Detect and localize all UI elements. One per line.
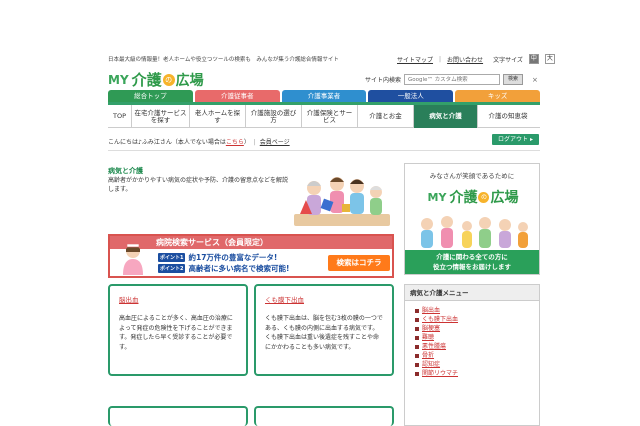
page-title: 病気と介護 — [108, 167, 143, 175]
search-label: サイト内検索 — [365, 77, 402, 84]
banner-point-1: ポイント1 約17万件の豊富なデータ! — [158, 253, 278, 262]
tab-kids[interactable]: キッズ — [455, 90, 540, 102]
menu-item[interactable]: 難聴 — [415, 333, 539, 342]
menu-item[interactable]: 脳梗塞 — [415, 324, 539, 333]
hospital-search-banner[interactable]: 病院検索サービス（会員限定） ポイント1 約17万件の豊富なデータ! ポイント2… — [108, 234, 394, 278]
page-description: 高齢者がかかりやすい病気の症状や予防、介護の留意点などを解説します。 — [108, 177, 289, 193]
promo-logo: MY 介護 の 広場 — [427, 190, 519, 206]
site-tagline: 日本最大級の情報量！老人ホームや役立つツールの検索も みんなが集う介護総合情報サ… — [108, 57, 339, 63]
nav-money[interactable]: 介護とお金 — [358, 105, 414, 128]
search-input[interactable] — [404, 74, 501, 85]
card-body: 高血圧によることが多く、高血圧の治療によって発症の危険性を下げることができます。… — [119, 315, 233, 351]
banner-title: 病院検索サービス（会員限定） — [110, 236, 392, 249]
nav-nursing-home[interactable]: 老人ホームを探す — [190, 105, 246, 128]
disease-card[interactable]: くも膜下出血 くも膜下出血は、脳を包む3枚の膜の一つである、くも膜の内側に出血す… — [254, 284, 394, 376]
member-page-link[interactable]: 会員ページ — [260, 139, 290, 146]
logo-kaigo: 介護 — [131, 71, 162, 89]
top-links: サイトマップ | お問い合わせ 文字サイズ 中 大 — [397, 54, 555, 64]
tab-care-workers[interactable]: 介護従事者 — [194, 90, 280, 102]
main-nav: TOP 在宅介護サービスを探す 老人ホームを探す 介護施設の選び方 介護保険とサ… — [108, 102, 540, 128]
menu-title: 病気と介護メニュー — [405, 285, 539, 301]
card-body: くも膜下出血は、脳を包む3枚の膜の一つである、くも膜の内側に出血する病気です。く… — [265, 315, 383, 351]
bullet-icon — [415, 353, 419, 358]
nav-top[interactable]: TOP — [108, 105, 132, 128]
banner-point-2: ポイント2 高齢者に多い病名で検索可能! — [158, 264, 290, 273]
nurse-icon — [123, 243, 143, 275]
promo-box: みなさんが笑顔であるために MY 介護 の 広場 介護に関わる全ての方に 役立つ… — [404, 163, 540, 275]
promo-title: みなさんが笑顔であるために — [429, 172, 515, 180]
disease-card[interactable]: 脳出血 高血圧によることが多く、高血圧の治療によって発症の危険性を下げることがで… — [108, 284, 248, 376]
nav-illness-care[interactable]: 病気と介護 — [414, 105, 478, 128]
logo-hiroba: 広場 — [175, 72, 204, 89]
site-search: サイト内検索 検索 × — [365, 74, 538, 85]
card-title[interactable]: 脳出血 — [119, 294, 237, 304]
tab-care-businesses[interactable]: 介護事業者 — [281, 90, 367, 102]
logout-button[interactable]: ログアウト ▸ — [492, 134, 539, 145]
greeting: こんにちは♪ふみ江さん（本人でない場合はこちら） | 会員ページ — [108, 139, 290, 146]
close-icon[interactable]: × — [532, 76, 538, 84]
bullet-icon — [415, 308, 419, 313]
not-me-link[interactable]: こちら — [226, 139, 244, 146]
nav-facility-choice[interactable]: 介護施設の選び方 — [246, 105, 302, 128]
font-size-medium-button[interactable]: 中 — [528, 54, 539, 64]
menu-item[interactable]: 骨折 — [415, 351, 539, 360]
logo-my: MY — [108, 72, 129, 87]
sitemap-link[interactable]: サイトマップ — [397, 55, 433, 64]
font-size-label: 文字サイズ — [493, 56, 523, 64]
menu-item[interactable]: 認知症 — [415, 360, 539, 369]
caregivers-illustration — [294, 177, 390, 226]
illness-menu: 病気と介護メニュー 脳出血 くも膜下出血 脳梗塞 難聴 悪性腫瘍 骨折 認知症 … — [404, 284, 540, 426]
menu-item[interactable]: 関節リウマチ — [415, 369, 539, 378]
card-title[interactable]: くも膜下出血 — [265, 294, 383, 304]
family-illustration — [421, 216, 528, 248]
menu-item[interactable]: 悪性腫瘍 — [415, 342, 539, 351]
search-button[interactable]: 検索 — [503, 74, 524, 85]
bullet-icon — [415, 344, 419, 349]
site-logo[interactable]: MY 介護 の 広場 — [108, 69, 204, 90]
nav-insurance[interactable]: 介護保険とサービス — [302, 105, 358, 128]
nav-home-care[interactable]: 在宅介護サービスを探す — [132, 105, 190, 128]
bullet-icon — [415, 317, 419, 322]
logo-no: の — [162, 73, 175, 86]
divider — [108, 150, 540, 151]
disease-card[interactable] — [254, 406, 394, 426]
nav-tips[interactable]: 介護の知恵袋 — [478, 105, 538, 128]
promo-footer: 介護に関わる全ての方に 役立つ情報をお届けします — [405, 250, 539, 274]
menu-item[interactable]: くも膜下出血 — [415, 315, 539, 324]
bullet-icon — [415, 371, 419, 376]
font-size-large-button[interactable]: 大 — [544, 54, 555, 64]
category-tabs: 総合トップ 介護従事者 介護事業者 一般法人 キッズ — [108, 90, 540, 102]
tab-general-top[interactable]: 総合トップ — [108, 90, 193, 102]
tab-corporations[interactable]: 一般法人 — [368, 90, 454, 102]
menu-item[interactable]: 脳出血 — [415, 306, 539, 315]
bullet-icon — [415, 335, 419, 340]
contact-link[interactable]: お問い合わせ — [447, 55, 483, 64]
bullet-icon — [415, 362, 419, 367]
search-here-button[interactable]: 検索はコチラ — [328, 255, 390, 271]
bullet-icon — [415, 326, 419, 331]
disease-card[interactable] — [108, 406, 248, 426]
